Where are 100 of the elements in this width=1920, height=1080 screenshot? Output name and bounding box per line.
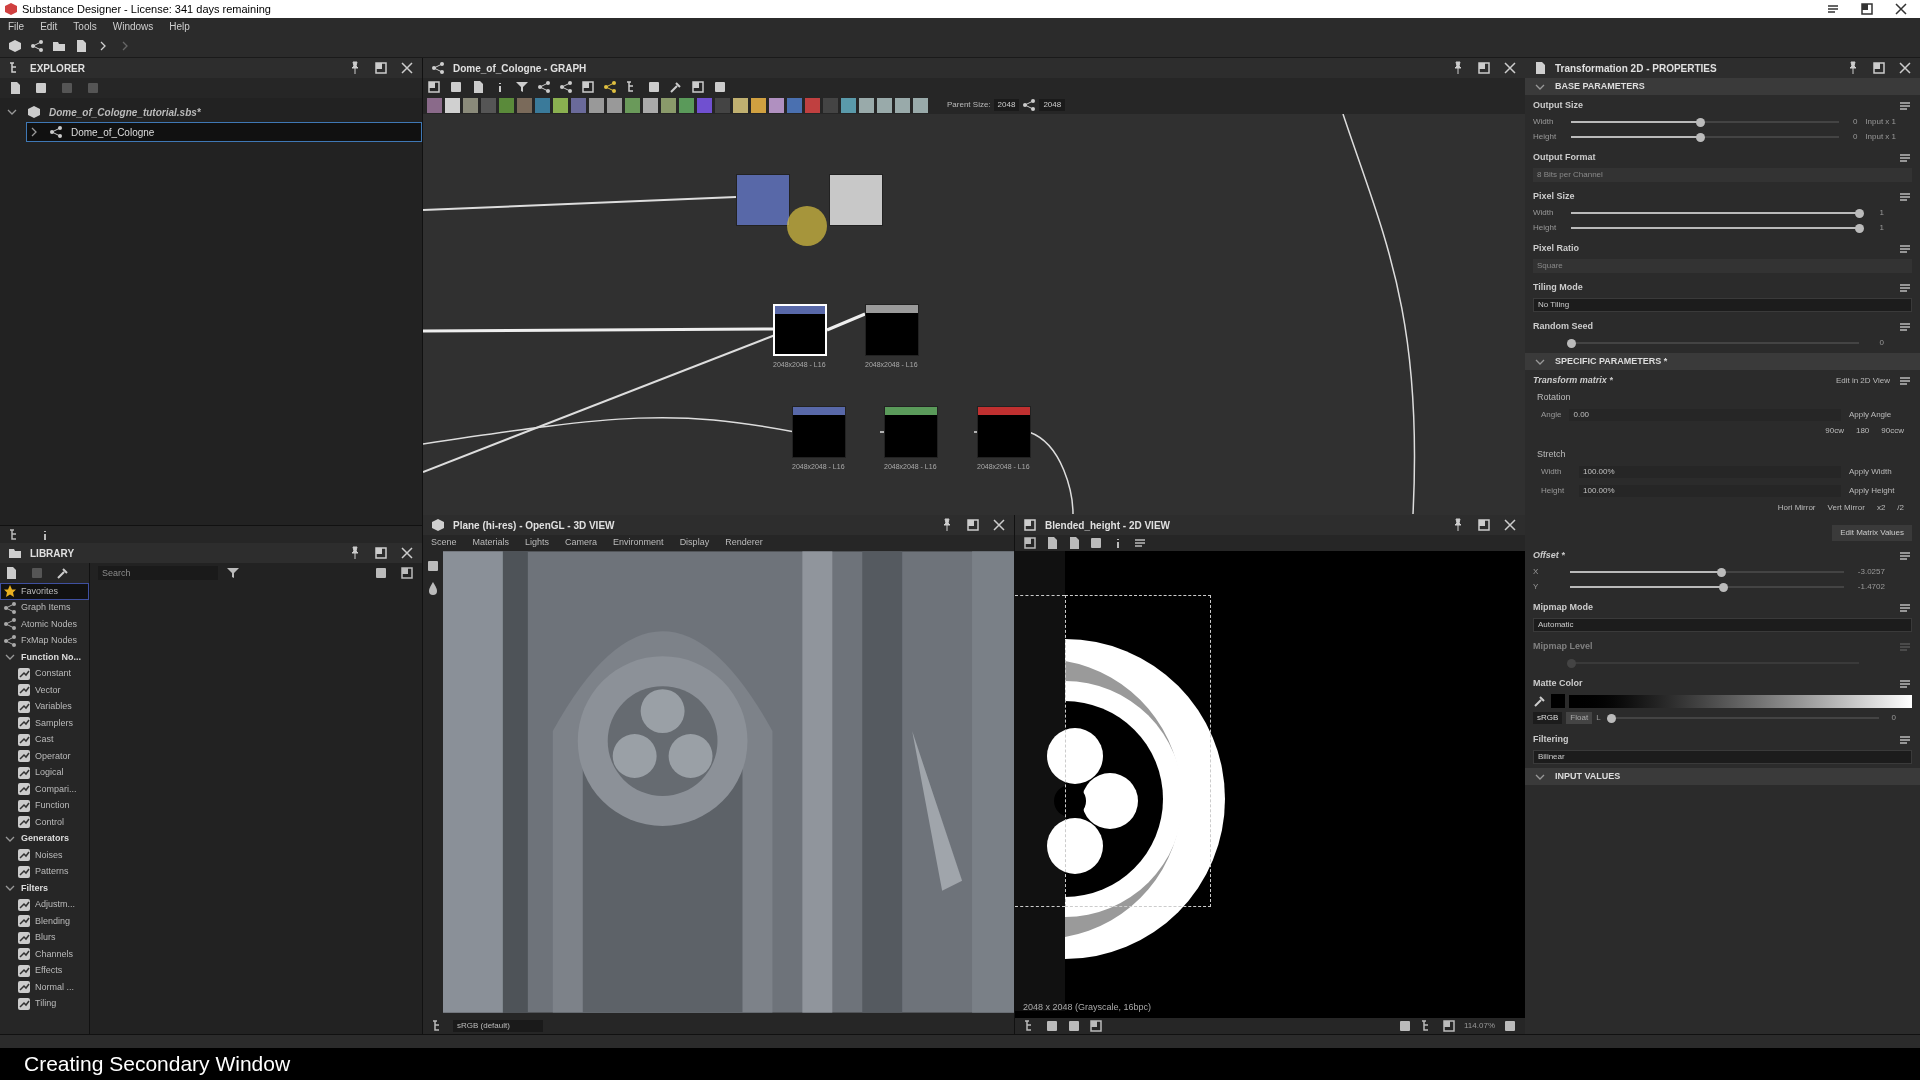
- node-tool-icon: [499, 97, 514, 113]
- view-menu-item[interactable]: Scene: [431, 536, 457, 550]
- library-item[interactable]: Filters: [0, 880, 89, 897]
- library-item[interactable]: Graph Items: [0, 599, 89, 616]
- library-item[interactable]: Operator: [0, 748, 89, 765]
- graph-node[interactable]: [884, 406, 938, 458]
- section-header[interactable]: BASE PARAMETERS: [1525, 78, 1920, 95]
- library-item[interactable]: Variables: [0, 698, 89, 715]
- library-item[interactable]: Blurs: [0, 929, 89, 946]
- library-item[interactable]: Logical: [0, 764, 89, 781]
- graph-node[interactable]: [736, 174, 790, 226]
- menu-item[interactable]: Windows: [112, 19, 154, 34]
- rotate-button[interactable]: 180: [1855, 424, 1870, 437]
- stretch-field[interactable]: 100.00%: [1579, 466, 1841, 478]
- color-swatch[interactable]: [1551, 694, 1565, 708]
- graph-node[interactable]: [865, 304, 919, 356]
- slider-thumb[interactable]: [1855, 223, 1864, 233]
- library-item[interactable]: Adjustm...: [0, 896, 89, 913]
- color-gradient[interactable]: [1569, 694, 1912, 708]
- mode-button[interactable]: sRGB: [1533, 712, 1563, 724]
- dropdown[interactable]: Bilinear: [1533, 750, 1912, 764]
- size-dropdown[interactable]: 2048: [1039, 99, 1066, 111]
- library-item[interactable]: Blending: [0, 913, 89, 930]
- view-menu-item[interactable]: Display: [679, 536, 710, 550]
- apply-button[interactable]: Apply Height: [1849, 485, 1904, 497]
- view-menu-item[interactable]: Lights: [525, 536, 550, 550]
- library-item[interactable]: Effects: [0, 962, 89, 979]
- view-menu-item[interactable]: Materials: [472, 536, 510, 550]
- mirror-button[interactable]: Vert Mirror: [1827, 502, 1865, 514]
- function-icon: [17, 980, 31, 995]
- library-item[interactable]: Cast: [0, 731, 89, 748]
- library-item[interactable]: Constant: [0, 665, 89, 682]
- menu-item[interactable]: Help: [169, 19, 190, 34]
- function-icon: [17, 848, 31, 863]
- library-item[interactable]: Channels: [0, 946, 89, 963]
- library-item[interactable]: FxMap Nodes: [0, 632, 89, 649]
- rotate-button[interactable]: 90cw: [1825, 424, 1844, 437]
- mirror-button[interactable]: Hori Mirror: [1777, 502, 1816, 514]
- library-item[interactable]: Control: [0, 814, 89, 831]
- slider-thumb[interactable]: [1855, 208, 1864, 218]
- library-item[interactable]: Tiling: [0, 995, 89, 1012]
- mirror-button[interactable]: x2: [1876, 502, 1886, 514]
- view-menu-item[interactable]: Environment: [613, 536, 664, 550]
- graph-node[interactable]: [792, 406, 846, 458]
- rotate-button[interactable]: 90ccw: [1881, 424, 1904, 437]
- library-item[interactable]: Favorites: [0, 583, 89, 600]
- colorspace-dropdown[interactable]: sRGB (default): [453, 1020, 543, 1032]
- view-menu-item[interactable]: Renderer: [725, 536, 763, 550]
- apply-button[interactable]: Apply Width: [1849, 466, 1904, 478]
- view-menu-item[interactable]: Camera: [565, 536, 598, 550]
- toolbar-icon: [537, 80, 551, 94]
- graph-node[interactable]: [829, 174, 883, 226]
- dropdown[interactable]: Automatic: [1533, 618, 1912, 632]
- stretch-field[interactable]: 100.00%: [1579, 485, 1841, 497]
- angle-field[interactable]: 0.00: [1569, 408, 1841, 421]
- library-item[interactable]: Atomic Nodes: [0, 616, 89, 633]
- slider-thumb[interactable]: [1567, 338, 1576, 348]
- tree-item[interactable]: Dome_of_Cologne_tutorial.sbs*: [4, 102, 422, 122]
- library-item[interactable]: Compari...: [0, 781, 89, 798]
- transform-gizmo[interactable]: [1065, 595, 1211, 907]
- slider-value: 0: [1891, 712, 1897, 724]
- slider-thumb[interactable]: [1695, 117, 1705, 127]
- node-tool-icon: [481, 97, 496, 113]
- library-item[interactable]: Generators: [0, 830, 89, 847]
- library-item[interactable]: Function: [0, 797, 89, 814]
- window-title: Substance Designer - License: 341 days remaining: [22, 1, 271, 17]
- menu-item[interactable]: Edit: [40, 19, 58, 34]
- node-tool-icon: [625, 97, 640, 113]
- slider-thumb[interactable]: [1719, 582, 1729, 592]
- slider-label: Width: [1533, 116, 1555, 128]
- slider-label: Width: [1533, 207, 1555, 219]
- app-icon: [4, 2, 18, 16]
- mode-button[interactable]: Float: [1566, 712, 1593, 724]
- menu-item[interactable]: Tools: [73, 19, 97, 34]
- tree-item[interactable]: Dome_of_Cologne: [26, 122, 422, 142]
- library-item[interactable]: Function No...: [0, 649, 89, 666]
- slider-thumb[interactable]: [1716, 567, 1726, 577]
- apply-button[interactable]: Apply Angle: [1849, 408, 1904, 421]
- library-item[interactable]: Patterns: [0, 863, 89, 880]
- edit-values-button[interactable]: Edit Matrix Values: [1832, 525, 1912, 541]
- parent-size-dropdown[interactable]: 2048: [993, 99, 1020, 111]
- edit-link[interactable]: Edit in 2D View: [1835, 375, 1890, 387]
- toolbar-icon: [1067, 1019, 1081, 1033]
- slider-value: -3.0257: [1857, 566, 1885, 578]
- slider-thumb[interactable]: [1695, 132, 1705, 142]
- graph-node[interactable]: [977, 406, 1031, 458]
- library-item[interactable]: Vector: [0, 682, 89, 699]
- section-header[interactable]: SPECIFIC PARAMETERS *: [1525, 353, 1920, 370]
- cursor-highlight: [787, 206, 827, 246]
- mirror-button[interactable]: /2: [1897, 502, 1904, 514]
- library-item[interactable]: Noises: [0, 847, 89, 864]
- library-item[interactable]: Samplers: [0, 715, 89, 732]
- dropdown[interactable]: No Tiling: [1533, 298, 1912, 312]
- slider-thumb[interactable]: [1606, 713, 1616, 723]
- search-field[interactable]: Search: [98, 566, 218, 580]
- param-label: Offset *: [1533, 549, 1565, 563]
- library-item[interactable]: Normal ...: [0, 979, 89, 996]
- toolbar-icon: [4, 566, 18, 580]
- menu-item[interactable]: File: [8, 19, 25, 34]
- section-header[interactable]: INPUT VALUES: [1525, 768, 1920, 785]
